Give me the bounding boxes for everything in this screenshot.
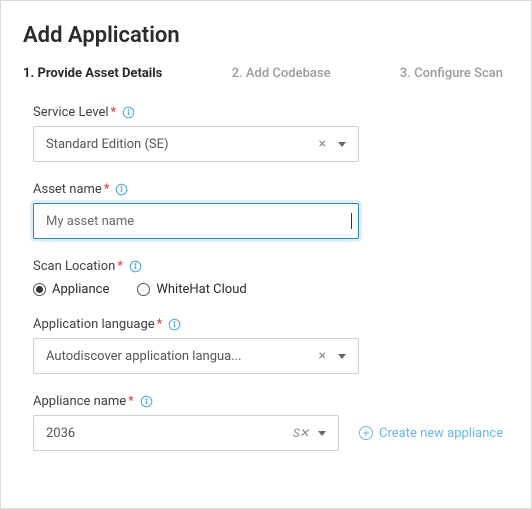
page-title: Add Application bbox=[23, 23, 509, 48]
chevron-down-icon[interactable] bbox=[338, 142, 346, 147]
application-language-value: Autodiscover application langua... bbox=[46, 349, 313, 364]
step-provide-asset-details[interactable]: 1. Provide Asset Details bbox=[23, 66, 162, 81]
clear-icon[interactable]: S✕ bbox=[293, 426, 312, 440]
add-application-panel: Add Application 1. Provide Asset Details… bbox=[0, 0, 532, 509]
step-add-codebase[interactable]: 2. Add Codebase bbox=[232, 66, 331, 81]
field-asset-name: Asset name* My asset name bbox=[33, 182, 509, 239]
info-icon[interactable] bbox=[122, 106, 135, 119]
info-icon[interactable] bbox=[140, 395, 153, 408]
service-level-label: Service Level* bbox=[33, 105, 509, 120]
radio-appliance[interactable]: Appliance bbox=[33, 282, 109, 297]
radio-button-icon bbox=[137, 283, 150, 296]
appliance-name-label: Appliance name* bbox=[33, 394, 509, 409]
radio-whitehat-label: WhiteHat Cloud bbox=[156, 282, 246, 297]
field-service-level: Service Level* Standard Edition (SE) × bbox=[33, 105, 509, 162]
scan-location-radio-group: Appliance WhiteHat Cloud bbox=[33, 280, 509, 297]
field-scan-location: Scan Location* Appliance WhiteHat Cloud bbox=[33, 259, 509, 297]
chevron-down-icon[interactable] bbox=[318, 431, 326, 436]
info-icon[interactable] bbox=[115, 183, 128, 196]
radio-whitehat-cloud[interactable]: WhiteHat Cloud bbox=[137, 282, 246, 297]
appliance-name-value: 2036 bbox=[46, 426, 293, 441]
service-level-value: Standard Edition (SE) bbox=[46, 137, 313, 152]
service-level-select[interactable]: Standard Edition (SE) × bbox=[33, 126, 359, 162]
asset-name-input[interactable]: My asset name bbox=[33, 203, 359, 239]
chevron-down-icon[interactable] bbox=[338, 354, 346, 359]
info-icon[interactable] bbox=[129, 260, 142, 273]
create-new-appliance-label: Create new appliance bbox=[379, 426, 503, 441]
radio-button-icon bbox=[33, 283, 46, 296]
field-appliance-name: Appliance name* 2036 S✕ + Create new app… bbox=[33, 394, 509, 451]
clear-icon[interactable]: × bbox=[313, 349, 332, 363]
scan-location-label: Scan Location* bbox=[33, 259, 509, 274]
text-cursor bbox=[351, 213, 352, 229]
asset-name-label: Asset name* bbox=[33, 182, 509, 197]
plus-circle-icon: + bbox=[359, 426, 373, 440]
asset-name-value: My asset name bbox=[46, 214, 350, 229]
clear-icon[interactable]: × bbox=[313, 137, 332, 151]
info-icon[interactable] bbox=[168, 318, 181, 331]
field-application-language: Application language* Autodiscover appli… bbox=[33, 317, 509, 374]
stepper: 1. Provide Asset Details 2. Add Codebase… bbox=[23, 66, 509, 81]
application-language-select[interactable]: Autodiscover application langua... × bbox=[33, 338, 359, 374]
application-language-label: Application language* bbox=[33, 317, 509, 332]
create-new-appliance-link[interactable]: + Create new appliance bbox=[359, 426, 503, 441]
radio-appliance-label: Appliance bbox=[52, 282, 109, 297]
step-configure-scan[interactable]: 3. Configure Scan bbox=[400, 66, 503, 81]
appliance-name-select[interactable]: 2036 S✕ bbox=[33, 415, 339, 451]
